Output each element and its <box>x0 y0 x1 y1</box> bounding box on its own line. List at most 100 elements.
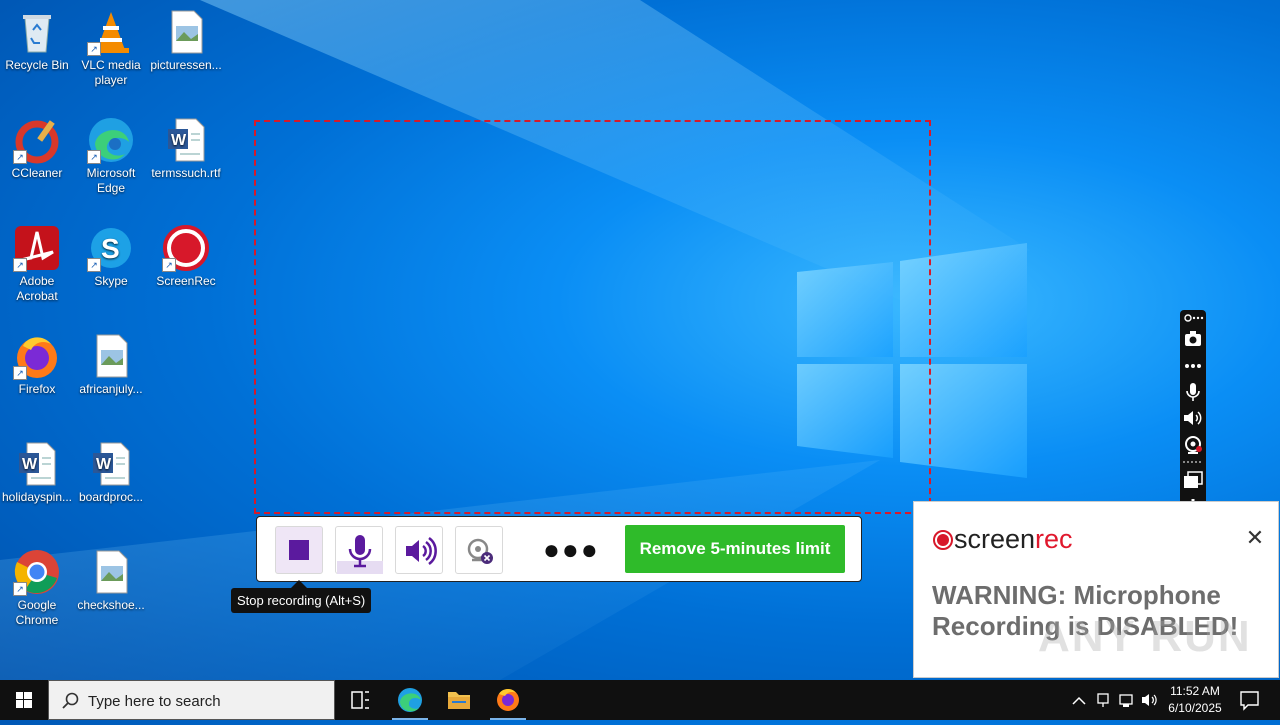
svg-text:W: W <box>171 132 187 149</box>
shortcut-arrow-icon: ↗ <box>13 366 27 380</box>
desktop-icon-termssuch[interactable]: W termssuch.rtf <box>149 112 223 181</box>
anyrun-watermark: ANY RUN <box>1038 612 1252 661</box>
screenrec-icon: ↗ <box>162 224 210 272</box>
svg-text:W: W <box>96 456 112 473</box>
brand-prefix: screen <box>954 524 1036 554</box>
shortcut-arrow-icon: ↗ <box>87 150 101 164</box>
desktop-icon-label: checkshoe... <box>77 598 145 612</box>
more-icon[interactable] <box>1180 356 1206 380</box>
task-view-icon <box>351 691 369 709</box>
folder-icon <box>448 692 470 709</box>
desktop-icon-label: ScreenRec <box>156 274 216 288</box>
desktop-icon-label: picturessen... <box>150 58 222 72</box>
desktop-icon-acrobat[interactable]: ↗ Adobe Acrobat <box>0 220 74 304</box>
desktop-icon-label: Recycle Bin <box>5 58 69 72</box>
screenrec-logo-icon <box>933 530 953 550</box>
desktop-icon-label: Microsoft Edge <box>86 166 136 195</box>
shortcut-arrow-icon: ↗ <box>13 150 27 164</box>
word-doc-icon: W <box>13 440 61 488</box>
desktop-icon-firefox[interactable]: ↗ Firefox <box>0 328 74 397</box>
webcam-toggle-button[interactable] <box>455 526 503 574</box>
clock-time: 11:52 AM <box>1170 684 1220 698</box>
task-view-button[interactable] <box>336 680 384 720</box>
desktop-icon-ccleaner[interactable]: ↗ CCleaner <box>0 112 74 181</box>
microphone-icon[interactable] <box>1180 380 1206 404</box>
more-options-button[interactable]: ●●● <box>543 536 600 564</box>
stop-recording-tooltip: Stop recording (Alt+S) <box>231 580 372 613</box>
search-icon <box>62 692 79 709</box>
notification-icon <box>1240 691 1259 711</box>
desktop-icon-label: Google Chrome <box>15 598 59 627</box>
microphone-icon <box>355 535 365 555</box>
desktop-icon-skype[interactable]: S ↗ Skype <box>74 220 148 289</box>
speaker-icon[interactable] <box>1180 407 1206 431</box>
camera-icon[interactable] <box>1180 328 1206 352</box>
shortcut-arrow-icon: ↗ <box>87 258 101 272</box>
chevron-up-icon <box>1072 696 1086 705</box>
screenrec-logo: screenrec <box>932 524 1073 555</box>
edge-icon: ↗ <box>87 116 135 164</box>
word-doc-icon: W <box>162 116 210 164</box>
desktop-icon-edge[interactable]: ↗ Microsoft Edge <box>74 112 148 196</box>
recycle-bin-icon <box>13 8 61 56</box>
desktop-icon-label: africanjuly... <box>79 382 143 396</box>
brand-suffix: rec <box>1035 524 1073 554</box>
desktop-icon-checkshoe[interactable]: checkshoe... <box>74 544 148 613</box>
remove-limit-button[interactable]: Remove 5-minutes limit <box>625 525 845 573</box>
taskbar-edge-button[interactable] <box>386 680 434 720</box>
desktop-icon-holidayspin[interactable]: W holidayspin... <box>0 436 74 505</box>
shortcut-arrow-icon: ↗ <box>162 258 176 272</box>
shortcut-arrow-icon: ↗ <box>13 582 27 596</box>
start-button[interactable] <box>0 680 48 720</box>
vlc-icon: ↗ <box>87 8 135 56</box>
windows-start-icon <box>16 692 32 708</box>
svg-text:S: S <box>101 233 120 264</box>
image-file-icon <box>162 8 210 56</box>
shortcut-arrow-icon: ↗ <box>13 258 27 272</box>
word-doc-icon: W <box>87 440 135 488</box>
desktop-icon-label: termssuch.rtf <box>151 166 221 180</box>
stop-recording-button[interactable] <box>275 526 323 574</box>
recording-toolbar: ●●● Remove 5-minutes limit <box>256 516 862 582</box>
taskbar: Type here to search 11:52 AM 6/10/2025 <box>0 680 1280 720</box>
image-file-icon <box>87 332 135 380</box>
desktop-icon-label: Firefox <box>18 382 56 396</box>
image-file-icon <box>87 548 135 596</box>
close-icon[interactable]: ✕ <box>1244 527 1266 549</box>
taskbar-file-explorer-button[interactable] <box>435 680 483 720</box>
taskbar-clock[interactable]: 11:52 AM 6/10/2025 <box>1160 683 1230 717</box>
taskbar-firefox-button[interactable] <box>484 680 532 720</box>
system-audio-toggle-button[interactable] <box>395 526 443 574</box>
svg-text:W: W <box>22 456 38 473</box>
acrobat-icon: ↗ <box>13 224 61 272</box>
wired-network-icon <box>1119 694 1133 707</box>
desktop-icon-label: holidayspin... <box>1 490 73 504</box>
desktop-icon-vlc[interactable]: ↗ VLC media player <box>74 4 148 88</box>
system-tray <box>1072 693 1157 707</box>
edge-icon <box>398 688 422 712</box>
desktop-icon-picturessen[interactable]: picturessen... <box>149 4 223 73</box>
firefox-icon: ↗ <box>13 332 61 380</box>
recording-region-border[interactable] <box>254 120 931 514</box>
chrome-icon: ↗ <box>13 548 61 596</box>
desktop-icon-label: Skype <box>94 274 128 288</box>
window-icon[interactable] <box>1180 468 1206 492</box>
stop-icon <box>289 540 309 560</box>
ccleaner-icon: ↗ <box>13 116 61 164</box>
shortcut-arrow-icon: ↗ <box>87 42 101 56</box>
desktop-icon-label: VLC media player <box>81 58 141 87</box>
taskbar-search-box[interactable]: Type here to search <box>48 680 335 720</box>
action-center-button[interactable] <box>1232 680 1280 720</box>
desktop-icon-boardproc[interactable]: W boardproc... <box>74 436 148 505</box>
microphone-toggle-button[interactable] <box>335 526 383 574</box>
desktop: Recycle Bin ↗ VLC media player picturess… <box>0 0 1280 680</box>
network-icon <box>1097 693 1109 707</box>
clock-date: 6/10/2025 <box>1168 701 1222 715</box>
webcam-icon[interactable] <box>1180 434 1206 458</box>
desktop-icon-africanjuly[interactable]: africanjuly... <box>74 328 148 397</box>
desktop-icon-recycle-bin[interactable]: Recycle Bin <box>0 4 74 73</box>
desktop-icon-screenrec[interactable]: ↗ ScreenRec <box>149 220 223 289</box>
skype-icon: S ↗ <box>87 224 135 272</box>
desktop-icon-chrome[interactable]: ↗ Google Chrome <box>0 544 74 628</box>
volume-icon <box>1142 694 1157 706</box>
